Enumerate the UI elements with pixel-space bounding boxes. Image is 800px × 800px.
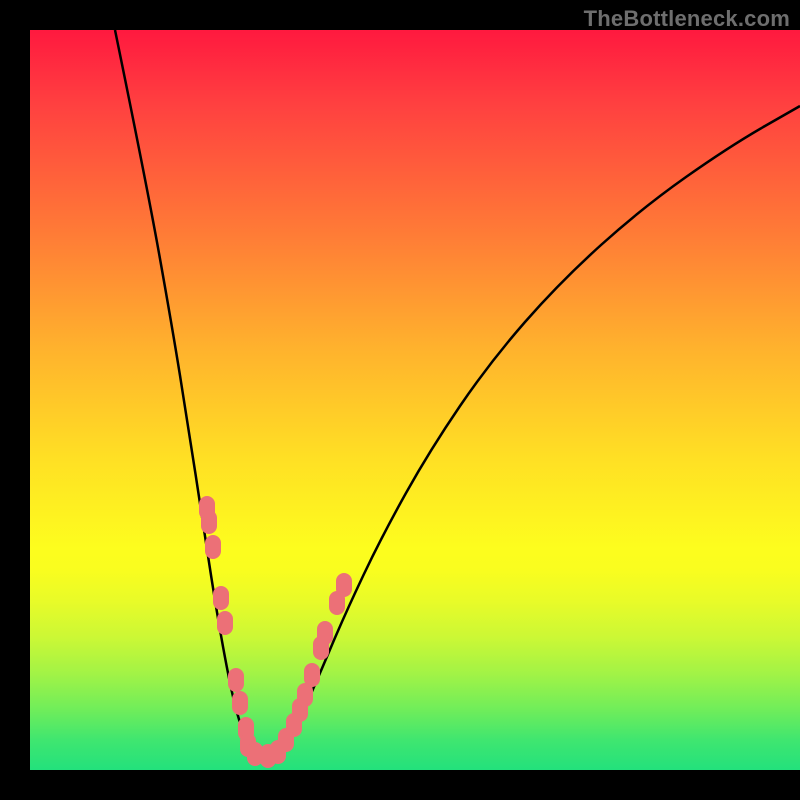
data-point xyxy=(336,573,352,597)
watermark-text: TheBottleneck.com xyxy=(584,6,790,32)
data-point xyxy=(217,611,233,635)
chart-frame: TheBottleneck.com xyxy=(0,0,800,800)
data-point xyxy=(317,621,333,645)
data-point xyxy=(201,510,217,534)
plot-area xyxy=(30,30,800,770)
curve-svg xyxy=(30,30,800,770)
plot-bottom-edge xyxy=(30,770,800,800)
data-point xyxy=(205,535,221,559)
bottleneck-curve xyxy=(115,30,800,758)
data-points-group xyxy=(199,496,352,768)
data-point xyxy=(232,691,248,715)
data-point xyxy=(213,586,229,610)
data-point xyxy=(228,668,244,692)
data-point xyxy=(304,663,320,687)
